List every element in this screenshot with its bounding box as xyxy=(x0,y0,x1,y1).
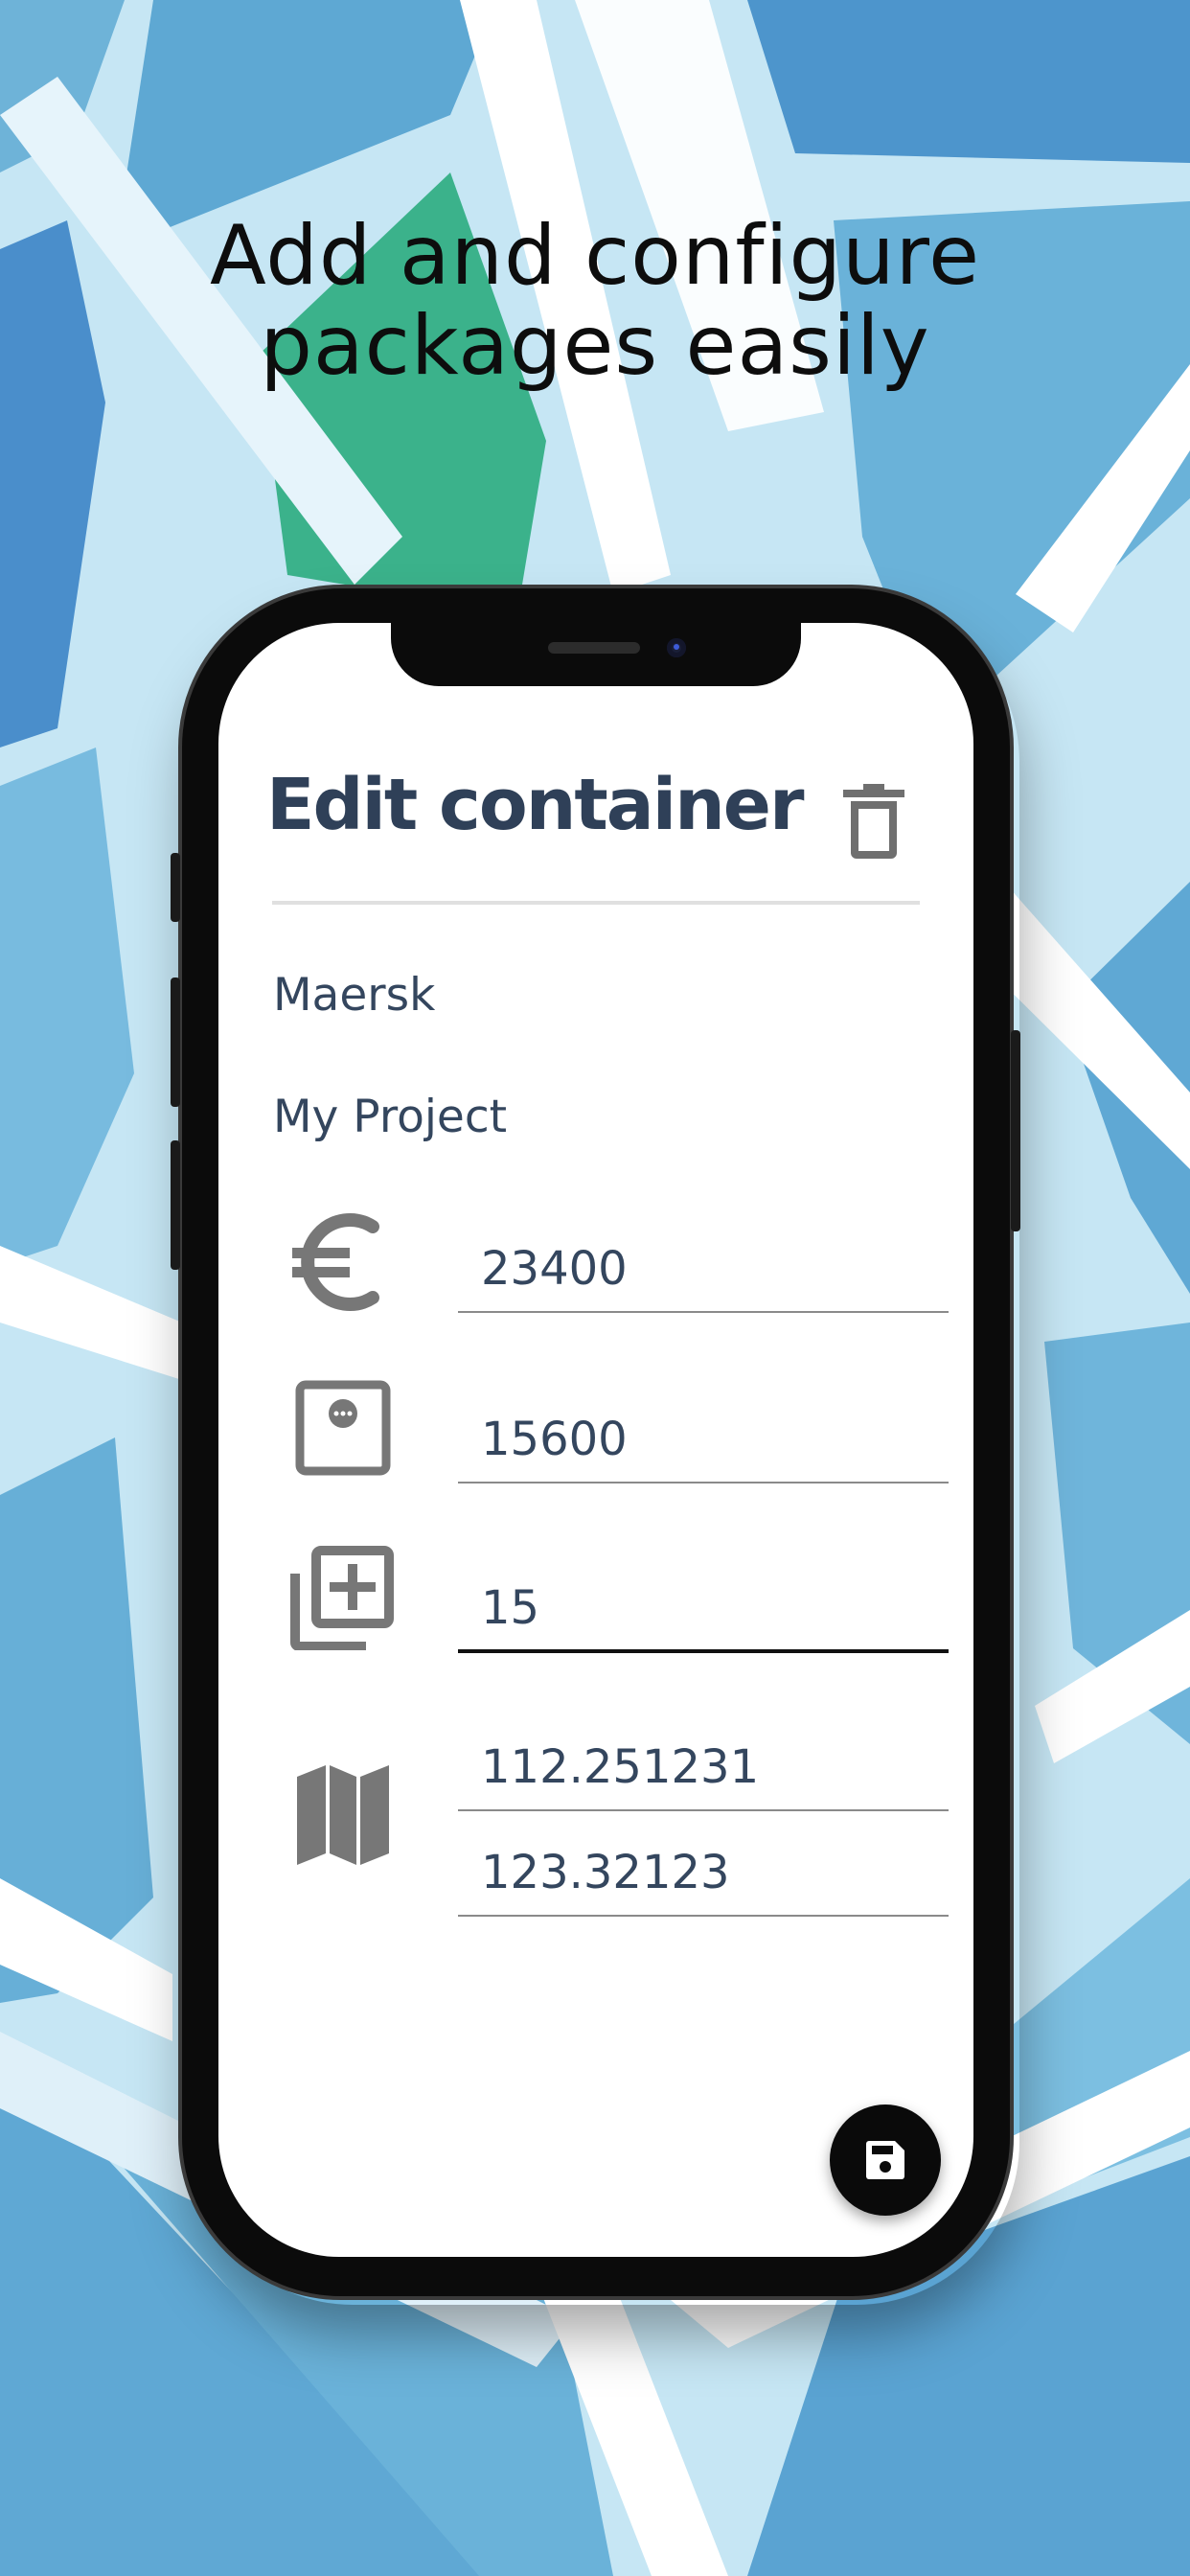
euro-icon xyxy=(288,1208,394,1313)
trash-icon xyxy=(843,784,904,859)
quantity-input[interactable] xyxy=(458,1567,949,1649)
quantity-field[interactable] xyxy=(458,1567,949,1653)
weight-input[interactable] xyxy=(458,1397,949,1482)
company-name: Maersk xyxy=(273,969,436,1022)
save-button[interactable] xyxy=(830,2104,941,2216)
add-to-library-icon xyxy=(289,1545,395,1651)
phone-volume-up-button xyxy=(171,978,180,1107)
phone-screen: Edit container Maersk My Project xyxy=(218,623,973,2257)
map-icon xyxy=(295,1763,400,1869)
promo-headline-line2: packages easily xyxy=(260,298,930,394)
latitude-field[interactable] xyxy=(458,1725,949,1811)
save-icon xyxy=(866,2141,904,2179)
scale-icon xyxy=(295,1380,400,1485)
latitude-input[interactable] xyxy=(458,1725,949,1809)
project-name: My Project xyxy=(273,1091,508,1143)
phone-speaker xyxy=(548,642,640,654)
phone-notch xyxy=(391,623,801,686)
phone-power-button xyxy=(1011,1030,1020,1231)
longitude-input[interactable] xyxy=(458,1830,949,1915)
phone-camera xyxy=(667,638,686,657)
phone-mute-switch xyxy=(171,853,180,922)
price-field[interactable] xyxy=(458,1227,949,1313)
weight-field[interactable] xyxy=(458,1397,949,1484)
phone-volume-down-button xyxy=(171,1140,180,1270)
longitude-field[interactable] xyxy=(458,1830,949,1917)
title-divider xyxy=(272,901,920,905)
delete-button[interactable] xyxy=(843,784,904,861)
page-title: Edit container xyxy=(266,764,804,846)
promo-headline-line1: Add and configure xyxy=(209,208,981,304)
price-input[interactable] xyxy=(458,1227,949,1311)
